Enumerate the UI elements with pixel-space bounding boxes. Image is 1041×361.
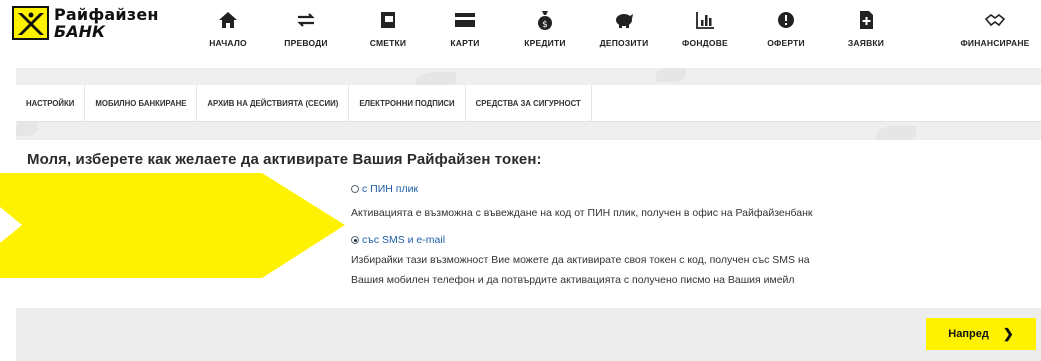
offer-badge-icon (778, 12, 794, 28)
nav-label: ОФЕРТИ (767, 38, 805, 48)
tab-settings[interactable]: НАСТРОЙКИ (16, 85, 86, 122)
nav-label: КРЕДИТИ (524, 38, 566, 48)
nav-item-financing[interactable]: ФИНАНСИРАНЕ (950, 0, 1040, 68)
tab-security-tools[interactable]: СРЕДСТВА ЗА СИГУРНОСТ (466, 85, 592, 122)
next-button-label: Напред (948, 328, 989, 340)
piggy-bank-icon (616, 14, 633, 28)
chevron-right-icon: ❯ (1002, 326, 1014, 341)
nav-label: ФИНАНСИРАНЕ (960, 38, 1030, 48)
tab-session-archive[interactable]: АРХИВ НА ДЕЙСТВИЯТА (СЕСИИ) (197, 85, 350, 122)
tab-electronic-signatures[interactable]: ЕЛЕКТРОННИ ПОДПИСИ (349, 85, 466, 122)
transfer-icon (297, 13, 315, 27)
next-button[interactable]: Напред ❯ (926, 318, 1036, 350)
option-description: Активацията е възможна с въвеждане на ко… (351, 207, 813, 219)
home-icon (219, 12, 237, 28)
top-navigation-bar: Райфайзен БАНК НАЧАЛО ПРЕВОДИ СМЕТКИ КАР… (0, 0, 1041, 68)
bank-logo[interactable]: Райфайзен БАНК (12, 6, 159, 40)
nav-item-loans[interactable]: $ КРЕДИТИ (505, 0, 585, 68)
nav-label: СМЕТКИ (369, 38, 407, 48)
option-description: Вашия мобилен телефон и да потвърдите ак… (351, 274, 795, 286)
nav-label: КАРТИ (450, 38, 480, 48)
bar-chart-icon (696, 12, 714, 29)
nav-label: ДЕПОЗИТИ (599, 38, 649, 48)
money-bag-icon: $ (538, 11, 552, 30)
nav-label: ПРЕВОДИ (284, 38, 328, 48)
nav-item-offers[interactable]: ОФЕРТИ (746, 0, 826, 68)
yellow-chevron-graphic (0, 173, 345, 278)
nav-item-cards[interactable]: КАРТИ (425, 0, 505, 68)
handshake-icon (984, 13, 1006, 27)
page-title: Моля, изберете как желаете да активирате… (27, 151, 542, 168)
logo-text-line1: Райфайзен (54, 5, 159, 24)
add-document-icon (860, 11, 873, 29)
settings-tabs: НАСТРОЙКИ МОБИЛНО БАНКИРАНЕ АРХИВ НА ДЕЙ… (16, 85, 1041, 122)
nav-label: ЗАЯВКИ (847, 38, 885, 48)
logo-emblem-icon (12, 6, 49, 40)
radio-sms-email[interactable] (351, 236, 359, 244)
nav-item-requests[interactable]: ЗАЯВКИ (826, 0, 906, 68)
nav-item-deposits[interactable]: ДЕПОЗИТИ (584, 0, 664, 68)
svg-text:$: $ (542, 20, 548, 30)
nav-item-home[interactable]: НАЧАЛО (188, 0, 268, 68)
option-sms-email[interactable]: със SMS и e-mail (351, 234, 445, 246)
card-icon (455, 13, 475, 27)
nav-item-accounts[interactable]: СМЕТКИ (348, 0, 428, 68)
option-pin-envelope[interactable]: с ПИН плик (351, 183, 418, 195)
option-label[interactable]: със SMS и e-mail (362, 234, 445, 246)
radio-pin-envelope[interactable] (351, 185, 359, 193)
option-label[interactable]: с ПИН плик (362, 183, 418, 195)
decorative-leaf (16, 120, 38, 136)
nav-item-funds[interactable]: ФОНДОВЕ (665, 0, 745, 68)
account-icon (381, 12, 395, 28)
action-footer: Напред ❯ (16, 308, 1041, 361)
nav-label: НАЧАЛО (209, 38, 247, 48)
nav-item-transfers[interactable]: ПРЕВОДИ (266, 0, 346, 68)
decorative-leaf (656, 68, 686, 82)
logo-text-line2: БАНК (54, 22, 106, 41)
nav-label: ФОНДОВЕ (682, 38, 728, 48)
option-description: Избирайки тази възможност Вие можете да … (351, 254, 810, 266)
tab-mobile-banking[interactable]: МОБИЛНО БАНКИРАНЕ (85, 85, 198, 122)
